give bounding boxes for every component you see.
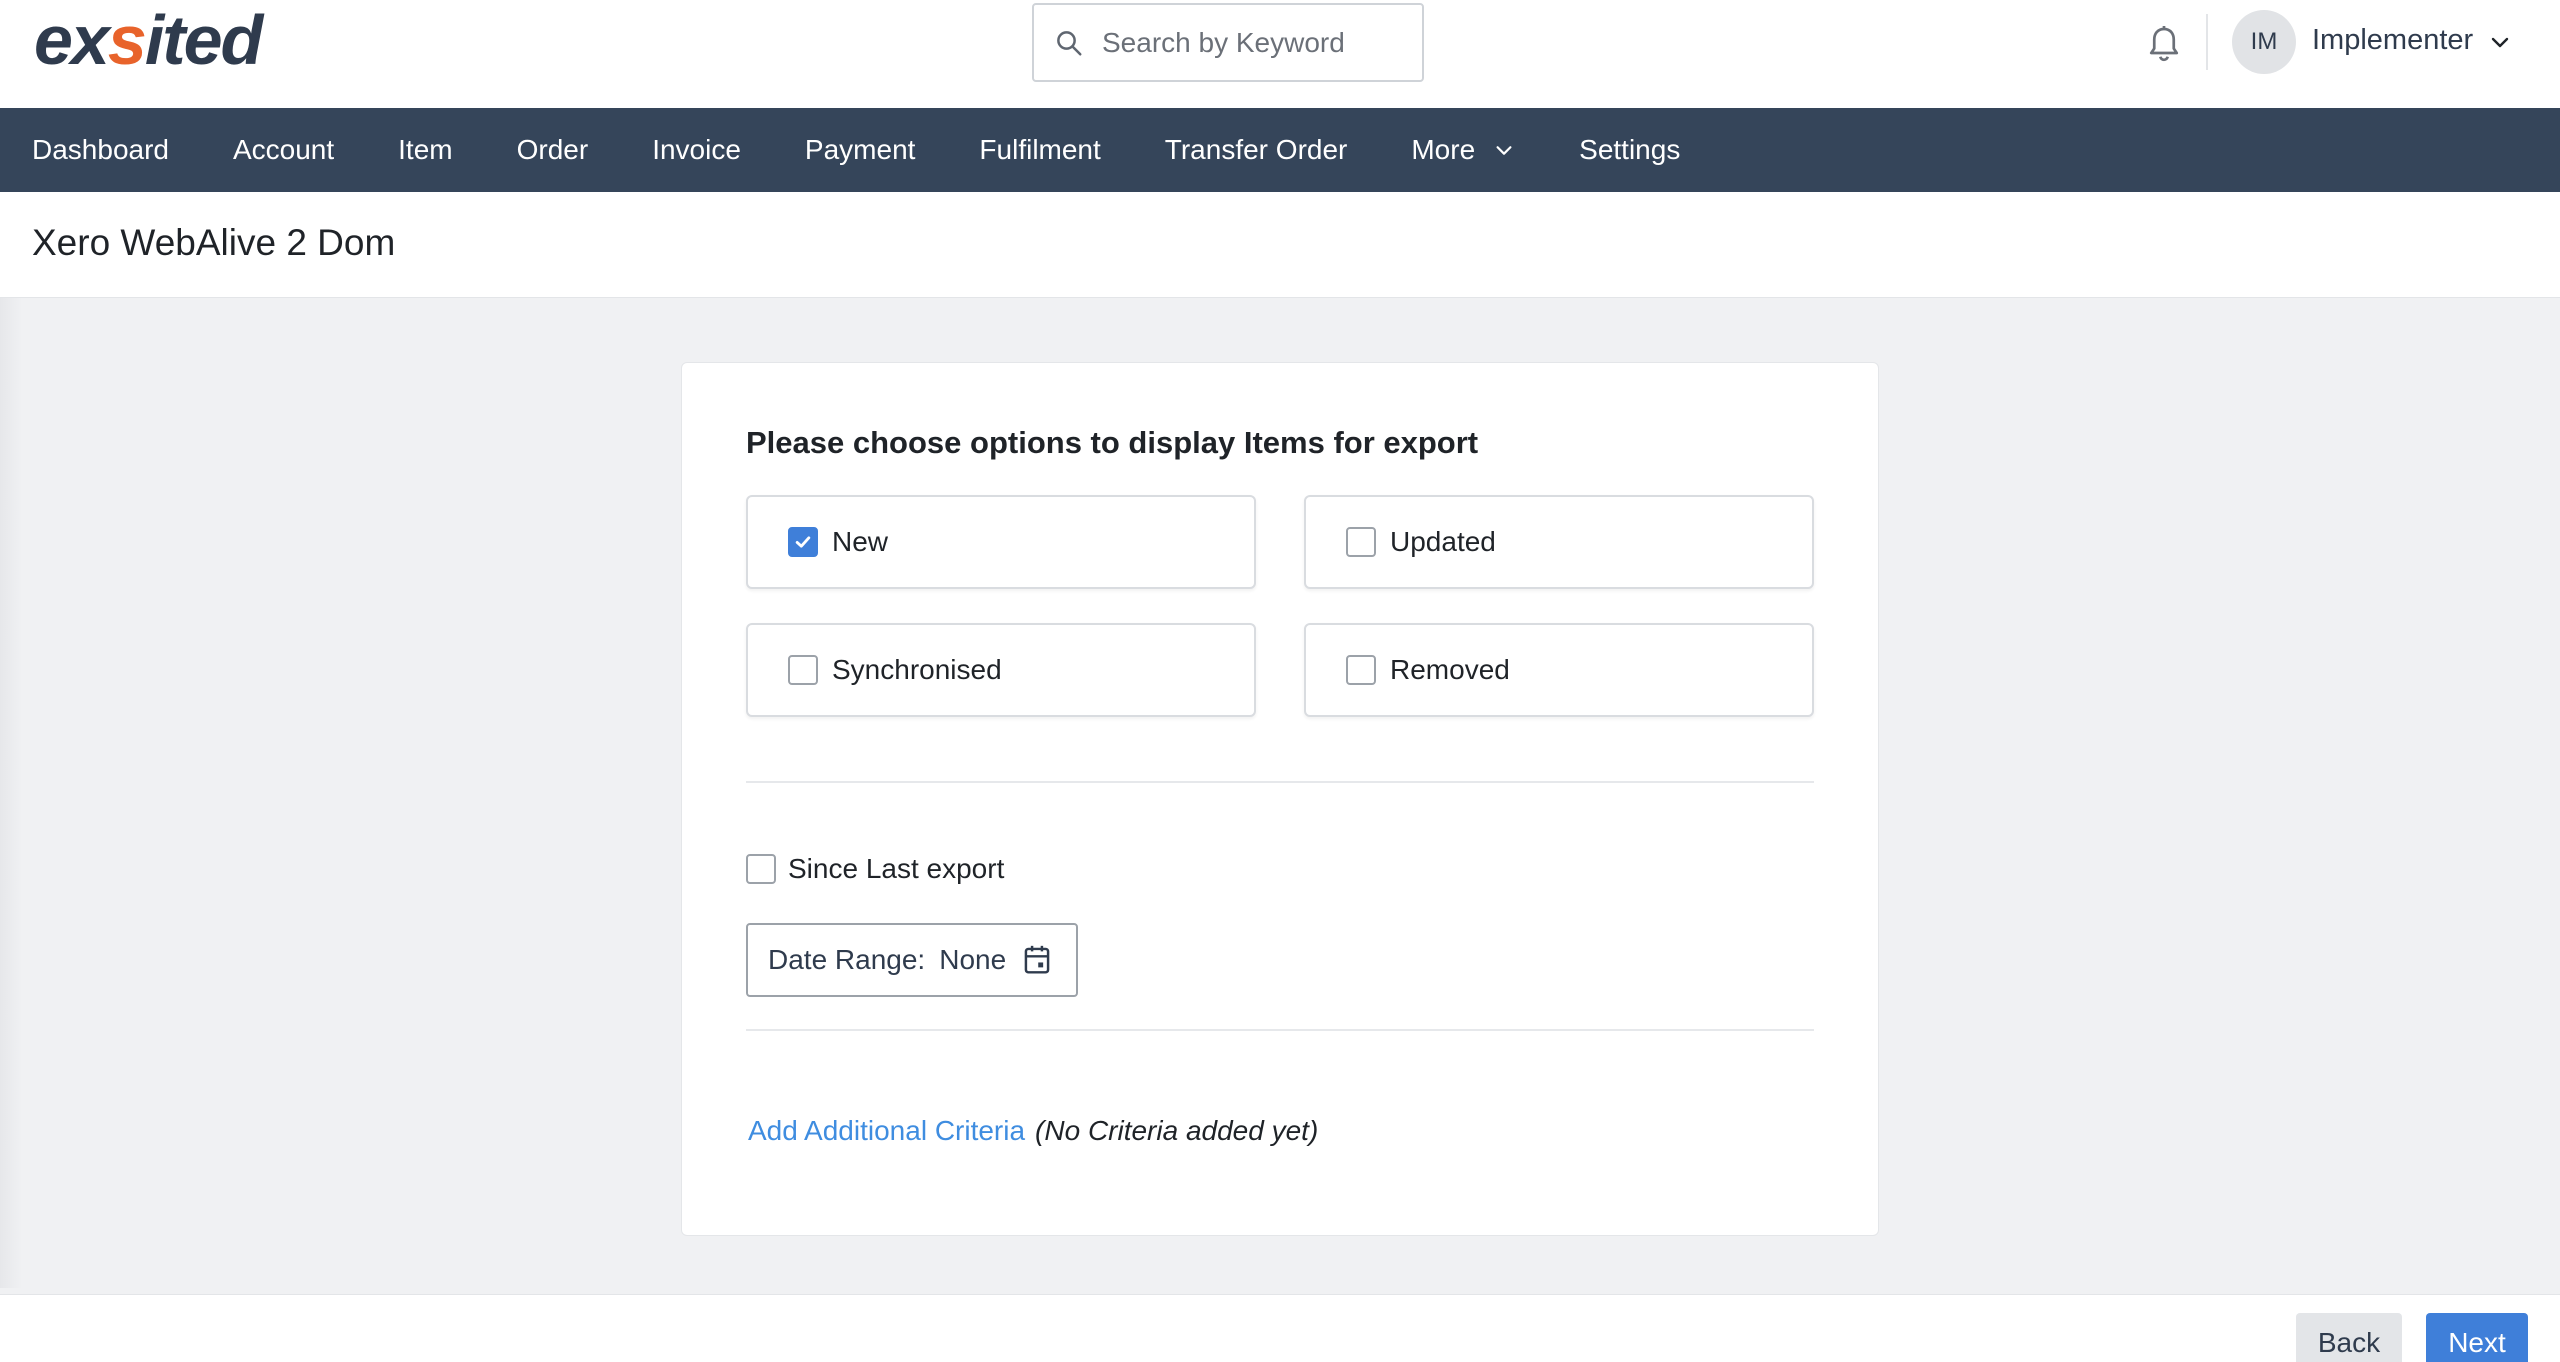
checkbox-updated[interactable] [1346, 527, 1376, 557]
nav-item-label: Item [398, 134, 453, 165]
option-updated[interactable]: Updated [1304, 495, 1814, 589]
checkbox-since-last-export[interactable] [746, 854, 776, 884]
main-nav: Dashboard Account Item Order Invoice Pay… [0, 108, 2560, 192]
nav-item-label: Order [516, 134, 589, 165]
header-divider [2206, 14, 2208, 70]
nav-item-more[interactable]: More [1379, 108, 1547, 192]
search-icon [1057, 30, 1082, 55]
back-button[interactable]: Back [2296, 1313, 2402, 1362]
chevron-down-icon [1496, 146, 1512, 155]
bell-icon [2149, 26, 2179, 62]
avatar-initials: IM [2250, 28, 2278, 55]
checkbox-removed[interactable] [1346, 655, 1376, 685]
nav-item-label: Fulfilment [979, 134, 1101, 165]
search-input[interactable] [1102, 26, 1402, 59]
nav-item-fulfilment[interactable]: Fulfilment [947, 108, 1132, 192]
card-heading: Please choose options to display Items f… [746, 425, 1479, 460]
section-divider [746, 781, 1814, 783]
nav-item-item[interactable]: Item [366, 108, 484, 192]
option-removed[interactable]: Removed [1304, 623, 1814, 717]
user-menu-toggle[interactable] [2488, 30, 2512, 59]
action-footer: Back Next [0, 1294, 2560, 1362]
nav-item-label: Payment [804, 134, 916, 165]
add-criteria-link[interactable]: Add Additional Criteria [748, 1115, 1025, 1147]
criteria-row: Add Additional Criteria (No Criteria add… [748, 1115, 1318, 1147]
checkbox-new[interactable] [788, 527, 818, 557]
chevron-down-icon [2491, 37, 2509, 48]
since-last-export-option[interactable]: Since Last export [746, 853, 1004, 885]
nav-item-dashboard[interactable]: Dashboard [0, 108, 201, 192]
logo-prefix: ex [34, 1, 110, 79]
calendar-icon [1024, 945, 1050, 974]
next-button[interactable]: Next [2426, 1313, 2528, 1362]
search-box[interactable] [1032, 3, 1424, 82]
top-header: exsited IM Implementer [0, 0, 2560, 108]
user-name[interactable]: Implementer [2312, 24, 2473, 57]
left-edge-shadow [0, 298, 22, 1288]
page-title: Xero WebAlive 2 Dom [32, 222, 396, 263]
exsited-logo[interactable]: ex s ited [34, 1, 263, 79]
option-label: New [832, 526, 889, 557]
nav-item-payment[interactable]: Payment [773, 108, 948, 192]
notifications-button[interactable] [2142, 22, 2186, 66]
export-options-card: Please choose options to display Items f… [681, 362, 1879, 1236]
option-synchronised[interactable]: Synchronised [746, 623, 1256, 717]
option-new[interactable]: New [746, 495, 1256, 589]
option-label: Synchronised [832, 654, 1002, 685]
nav-item-transfer-order[interactable]: Transfer Order [1133, 108, 1380, 192]
nav-item-invoice[interactable]: Invoice [620, 108, 773, 192]
option-label: Removed [1390, 654, 1510, 685]
nav-item-order[interactable]: Order [485, 108, 621, 192]
checkbox-synchronised[interactable] [788, 655, 818, 685]
date-range-value: None [939, 944, 1007, 975]
criteria-note: (No Criteria added yet) [1035, 1115, 1319, 1146]
logo-suffix: ited [144, 1, 263, 79]
nav-item-label: Invoice [652, 134, 741, 165]
logo-accent: s [107, 1, 147, 79]
nav-item-label: Transfer Order [1164, 134, 1348, 165]
section-divider [746, 1029, 1814, 1031]
page-title-bar: Xero WebAlive 2 Dom [0, 192, 2560, 298]
since-last-export-label: Since Last export [788, 853, 1005, 884]
option-label: Updated [1390, 526, 1496, 557]
avatar[interactable]: IM [2232, 10, 2296, 74]
date-range-label: Date Range: [768, 944, 926, 975]
nav-item-label: Account [232, 134, 335, 165]
nav-item-account[interactable]: Account [201, 108, 366, 192]
date-range-picker[interactable]: Date Range: None [746, 923, 1078, 997]
nav-item-label: Dashboard [32, 134, 169, 165]
nav-item-settings[interactable]: Settings [1547, 108, 1712, 192]
nav-item-label: Settings [1579, 134, 1681, 165]
check-icon [795, 536, 811, 548]
nav-item-label: More [1411, 134, 1476, 165]
